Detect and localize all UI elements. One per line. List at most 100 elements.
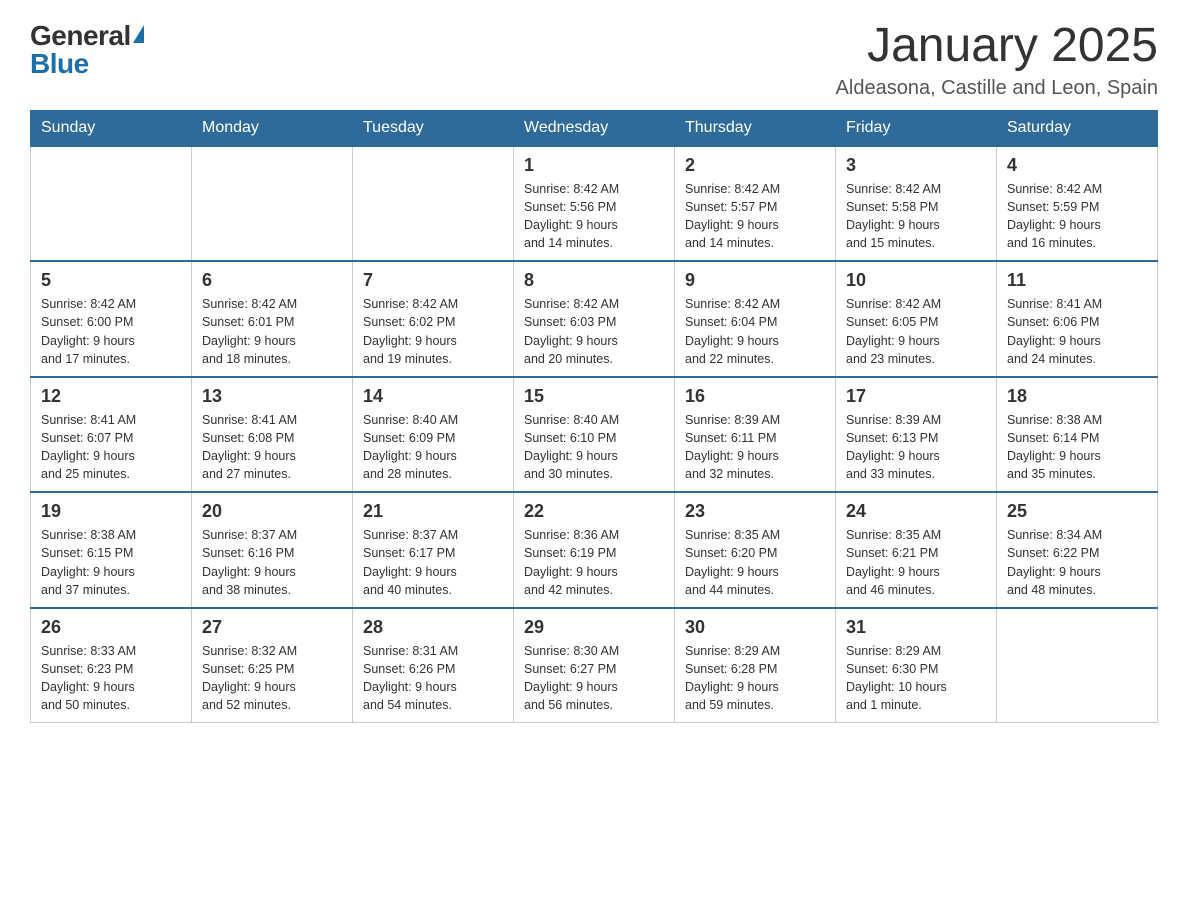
logo: General Blue (30, 20, 144, 80)
day-number: 10 (846, 270, 986, 291)
calendar-cell: 13 Sunrise: 8:41 AM Sunset: 6:08 PM Dayli… (192, 377, 353, 493)
day-number: 11 (1007, 270, 1147, 291)
calendar-cell: 5Sunrise: 8:42 AM Sunset: 6:00 PM Daylig… (31, 261, 192, 377)
calendar-cell: 28 Sunrise: 8:31 AM Sunset: 6:26 PM Dayli… (353, 608, 514, 723)
calendar-cell (192, 146, 353, 262)
day-info: Sunrise: 8:35 AM Sunset: 6:21 PM Dayligh… (846, 526, 986, 599)
day-info: Sunrise: 8:29 AM Sunset: 6:28 PM Dayligh… (685, 642, 825, 715)
day-number: 7 (363, 270, 503, 291)
day-number: 2 (685, 155, 825, 176)
day-number: 1 (524, 155, 664, 176)
calendar-cell: 21 Sunrise: 8:37 AM Sunset: 6:17 PM Dayli… (353, 492, 514, 608)
day-number: 27 (202, 617, 342, 638)
calendar-cell: 23 Sunrise: 8:35 AM Sunset: 6:20 PM Dayli… (675, 492, 836, 608)
col-header-monday: Monday (192, 110, 353, 146)
calendar-week-row: 12 Sunrise: 8:41 AM Sunset: 6:07 PM Dayli… (31, 377, 1158, 493)
day-number: 23 (685, 501, 825, 522)
logo-text-blue: Blue (30, 48, 89, 80)
day-info: Sunrise: 8:42 AM Sunset: 5:59 PM Dayligh… (1007, 180, 1147, 253)
day-info: Sunrise: 8:39 AM Sunset: 6:11 PM Dayligh… (685, 411, 825, 484)
calendar-cell: 10 Sunrise: 8:42 AM Sunset: 6:05 PM Dayli… (836, 261, 997, 377)
day-info: Sunrise: 8:42 AM Sunset: 5:58 PM Dayligh… (846, 180, 986, 253)
day-info: Sunrise: 8:41 AM Sunset: 6:08 PM Dayligh… (202, 411, 342, 484)
calendar-week-row: 1 Sunrise: 8:42 AM Sunset: 5:56 PM Daylig… (31, 146, 1158, 262)
calendar-cell: 3 Sunrise: 8:42 AM Sunset: 5:58 PM Daylig… (836, 146, 997, 262)
day-number: 13 (202, 386, 342, 407)
col-header-wednesday: Wednesday (514, 110, 675, 146)
calendar-cell: 22 Sunrise: 8:36 AM Sunset: 6:19 PM Dayli… (514, 492, 675, 608)
title-area: January 2025 Aldeasona, Castille and Leo… (836, 20, 1158, 100)
col-header-tuesday: Tuesday (353, 110, 514, 146)
day-number: 12 (41, 386, 181, 407)
calendar-cell (31, 146, 192, 262)
calendar-cell: 2Sunrise: 8:42 AM Sunset: 5:57 PM Daylig… (675, 146, 836, 262)
day-info: Sunrise: 8:40 AM Sunset: 6:09 PM Dayligh… (363, 411, 503, 484)
calendar-cell: 29Sunrise: 8:30 AM Sunset: 6:27 PM Dayli… (514, 608, 675, 723)
col-header-sunday: Sunday (31, 110, 192, 146)
month-title: January 2025 (836, 20, 1158, 73)
day-info: Sunrise: 8:41 AM Sunset: 6:07 PM Dayligh… (41, 411, 181, 484)
day-info: Sunrise: 8:42 AM Sunset: 6:05 PM Dayligh… (846, 295, 986, 368)
day-number: 28 (363, 617, 503, 638)
col-header-friday: Friday (836, 110, 997, 146)
calendar-cell (353, 146, 514, 262)
day-info: Sunrise: 8:42 AM Sunset: 6:00 PM Dayligh… (41, 295, 181, 368)
calendar-cell: 1 Sunrise: 8:42 AM Sunset: 5:56 PM Daylig… (514, 146, 675, 262)
day-info: Sunrise: 8:38 AM Sunset: 6:14 PM Dayligh… (1007, 411, 1147, 484)
day-info: Sunrise: 8:42 AM Sunset: 6:03 PM Dayligh… (524, 295, 664, 368)
day-info: Sunrise: 8:37 AM Sunset: 6:17 PM Dayligh… (363, 526, 503, 599)
calendar-cell: 26 Sunrise: 8:33 AM Sunset: 6:23 PM Dayli… (31, 608, 192, 723)
calendar-week-row: 5Sunrise: 8:42 AM Sunset: 6:00 PM Daylig… (31, 261, 1158, 377)
day-number: 6 (202, 270, 342, 291)
calendar-cell: 18 Sunrise: 8:38 AM Sunset: 6:14 PM Dayli… (997, 377, 1158, 493)
calendar-cell: 30Sunrise: 8:29 AM Sunset: 6:28 PM Dayli… (675, 608, 836, 723)
calendar-cell: 17Sunrise: 8:39 AM Sunset: 6:13 PM Dayli… (836, 377, 997, 493)
calendar-cell: 25 Sunrise: 8:34 AM Sunset: 6:22 PM Dayli… (997, 492, 1158, 608)
day-number: 14 (363, 386, 503, 407)
calendar-cell: 11 Sunrise: 8:41 AM Sunset: 6:06 PM Dayli… (997, 261, 1158, 377)
calendar-cell: 19Sunrise: 8:38 AM Sunset: 6:15 PM Dayli… (31, 492, 192, 608)
day-info: Sunrise: 8:32 AM Sunset: 6:25 PM Dayligh… (202, 642, 342, 715)
day-info: Sunrise: 8:30 AM Sunset: 6:27 PM Dayligh… (524, 642, 664, 715)
calendar-table: SundayMondayTuesdayWednesdayThursdayFrid… (30, 110, 1158, 724)
day-number: 4 (1007, 155, 1147, 176)
day-info: Sunrise: 8:42 AM Sunset: 5:56 PM Dayligh… (524, 180, 664, 253)
day-info: Sunrise: 8:36 AM Sunset: 6:19 PM Dayligh… (524, 526, 664, 599)
day-info: Sunrise: 8:39 AM Sunset: 6:13 PM Dayligh… (846, 411, 986, 484)
day-number: 24 (846, 501, 986, 522)
location-subtitle: Aldeasona, Castille and Leon, Spain (836, 77, 1158, 100)
calendar-cell: 12 Sunrise: 8:41 AM Sunset: 6:07 PM Dayli… (31, 377, 192, 493)
page-header: General Blue January 2025 Aldeasona, Cas… (30, 20, 1158, 100)
calendar-cell: 8 Sunrise: 8:42 AM Sunset: 6:03 PM Daylig… (514, 261, 675, 377)
calendar-cell: 7 Sunrise: 8:42 AM Sunset: 6:02 PM Daylig… (353, 261, 514, 377)
day-info: Sunrise: 8:41 AM Sunset: 6:06 PM Dayligh… (1007, 295, 1147, 368)
day-info: Sunrise: 8:35 AM Sunset: 6:20 PM Dayligh… (685, 526, 825, 599)
day-number: 15 (524, 386, 664, 407)
logo-triangle-icon (133, 25, 144, 43)
day-number: 8 (524, 270, 664, 291)
day-info: Sunrise: 8:37 AM Sunset: 6:16 PM Dayligh… (202, 526, 342, 599)
calendar-cell: 9Sunrise: 8:42 AM Sunset: 6:04 PM Daylig… (675, 261, 836, 377)
col-header-saturday: Saturday (997, 110, 1158, 146)
calendar-cell: 6 Sunrise: 8:42 AM Sunset: 6:01 PM Daylig… (192, 261, 353, 377)
day-number: 18 (1007, 386, 1147, 407)
calendar-header-row: SundayMondayTuesdayWednesdayThursdayFrid… (31, 110, 1158, 146)
day-info: Sunrise: 8:42 AM Sunset: 6:01 PM Dayligh… (202, 295, 342, 368)
day-info: Sunrise: 8:31 AM Sunset: 6:26 PM Dayligh… (363, 642, 503, 715)
day-info: Sunrise: 8:40 AM Sunset: 6:10 PM Dayligh… (524, 411, 664, 484)
day-info: Sunrise: 8:42 AM Sunset: 6:02 PM Dayligh… (363, 295, 503, 368)
day-number: 25 (1007, 501, 1147, 522)
calendar-cell: 4 Sunrise: 8:42 AM Sunset: 5:59 PM Daylig… (997, 146, 1158, 262)
calendar-cell: 24 Sunrise: 8:35 AM Sunset: 6:21 PM Dayli… (836, 492, 997, 608)
day-info: Sunrise: 8:42 AM Sunset: 6:04 PM Dayligh… (685, 295, 825, 368)
day-number: 26 (41, 617, 181, 638)
day-info: Sunrise: 8:33 AM Sunset: 6:23 PM Dayligh… (41, 642, 181, 715)
calendar-cell: 31Sunrise: 8:29 AM Sunset: 6:30 PM Dayli… (836, 608, 997, 723)
calendar-cell: 14 Sunrise: 8:40 AM Sunset: 6:09 PM Dayli… (353, 377, 514, 493)
day-info: Sunrise: 8:38 AM Sunset: 6:15 PM Dayligh… (41, 526, 181, 599)
day-number: 22 (524, 501, 664, 522)
day-number: 31 (846, 617, 986, 638)
day-number: 21 (363, 501, 503, 522)
day-info: Sunrise: 8:34 AM Sunset: 6:22 PM Dayligh… (1007, 526, 1147, 599)
day-number: 3 (846, 155, 986, 176)
